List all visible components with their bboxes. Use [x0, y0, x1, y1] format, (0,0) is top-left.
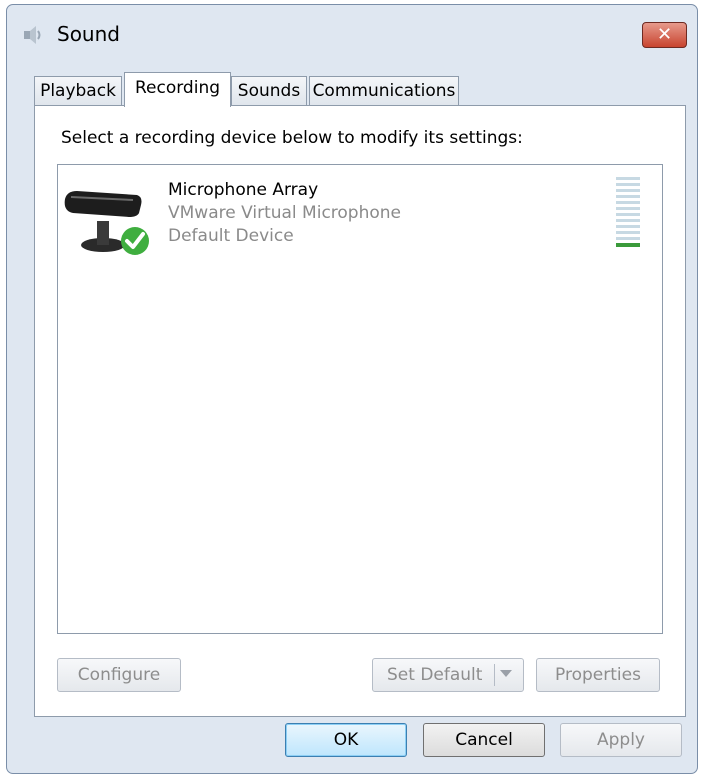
- cancel-button-label: Cancel: [455, 730, 513, 750]
- speaker-icon: [24, 26, 41, 44]
- tab-recording[interactable]: Recording: [124, 72, 231, 107]
- properties-button-label: Properties: [555, 665, 641, 685]
- device-list[interactable]: Microphone Array VMware Virtual Micropho…: [57, 164, 663, 634]
- tab-communications[interactable]: Communications: [309, 76, 459, 106]
- split-divider: [494, 664, 495, 686]
- level-meter-segment: [616, 189, 640, 192]
- chevron-down-icon[interactable]: [500, 670, 512, 677]
- default-check-icon: [121, 227, 149, 255]
- level-meter-segment: [616, 231, 640, 234]
- level-meter-segment: [616, 207, 640, 210]
- window-title: Sound: [57, 22, 120, 46]
- level-meter-segment: [616, 201, 640, 204]
- tab-sounds[interactable]: Sounds: [231, 76, 307, 106]
- title-bar[interactable]: Sound ✕: [7, 5, 697, 63]
- device-status: Default Device: [168, 226, 294, 246]
- level-meter-segment: [616, 177, 640, 180]
- tab-sounds-label: Sounds: [237, 81, 301, 101]
- level-meter-segment: [616, 243, 640, 247]
- instruction-text: Select a recording device below to modif…: [61, 128, 523, 148]
- tab-playback[interactable]: Playback: [34, 76, 122, 106]
- tab-recording-label: Recording: [134, 78, 221, 98]
- device-description: VMware Virtual Microphone: [168, 203, 402, 223]
- tab-communications-label: Communications: [312, 81, 456, 101]
- cancel-button[interactable]: Cancel: [423, 723, 545, 757]
- apply-button[interactable]: Apply: [560, 723, 682, 757]
- apply-button-label: Apply: [597, 730, 645, 750]
- level-meter-segment: [616, 219, 640, 222]
- properties-button[interactable]: Properties: [536, 658, 660, 692]
- configure-button-label: Configure: [77, 665, 161, 685]
- configure-button[interactable]: Configure: [57, 658, 181, 692]
- level-meter-segment: [616, 183, 640, 186]
- ok-button-label: OK: [333, 730, 359, 750]
- microphone-icon: [64, 191, 149, 255]
- tab-playback-label: Playback: [40, 81, 116, 101]
- set-default-button-label: Set Default: [387, 665, 483, 685]
- level-meter-segment: [616, 213, 640, 216]
- level-meter-segment: [616, 195, 640, 198]
- close-button[interactable]: ✕: [642, 22, 687, 48]
- device-name: Microphone Array: [168, 180, 319, 200]
- list-item[interactable]: Microphone Array VMware Virtual Micropho…: [58, 165, 662, 265]
- sound-dialog: Sound ✕ Playback Recording Sounds Commun…: [6, 4, 698, 774]
- level-meter-segment: [616, 237, 640, 240]
- close-icon: ✕: [656, 24, 673, 45]
- set-default-button[interactable]: Set Default: [372, 658, 524, 692]
- ok-button[interactable]: OK: [285, 723, 407, 757]
- level-meter: [616, 177, 640, 247]
- level-meter-segment: [616, 225, 640, 228]
- recording-panel: Select a recording device below to modif…: [34, 105, 686, 717]
